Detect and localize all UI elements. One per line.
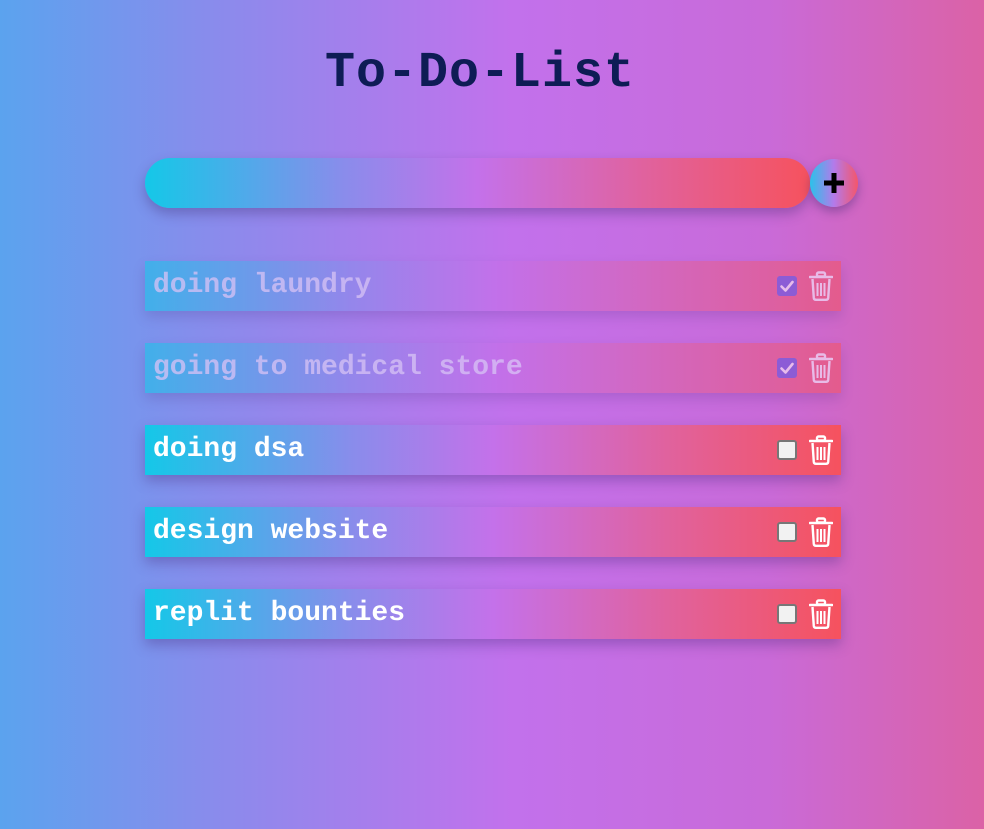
task-text: design website	[153, 516, 389, 547]
task-item: design website	[145, 507, 841, 557]
plus-icon	[824, 173, 844, 193]
task-input[interactable]	[145, 158, 810, 208]
add-task-button[interactable]	[810, 159, 858, 207]
task-list: doing laundry going to medical store doi…	[145, 261, 841, 671]
check-icon	[780, 280, 794, 292]
task-checkbox[interactable]	[777, 440, 797, 460]
trash-icon[interactable]	[809, 435, 833, 465]
task-checkbox[interactable]	[777, 604, 797, 624]
task-item: doing laundry	[145, 261, 841, 311]
task-text: doing dsa	[153, 434, 305, 465]
task-checkbox[interactable]	[777, 276, 797, 296]
page-title: To-Do-List	[324, 45, 636, 102]
check-icon	[780, 362, 794, 374]
trash-icon[interactable]	[809, 599, 833, 629]
task-item: replit bounties	[145, 589, 841, 639]
task-text: replit bounties	[153, 598, 406, 629]
task-text: going to medical store	[153, 352, 523, 383]
trash-icon[interactable]	[809, 353, 833, 383]
add-task-form	[145, 158, 858, 208]
task-checkbox[interactable]	[777, 522, 797, 542]
task-checkbox[interactable]	[777, 358, 797, 378]
task-item: doing dsa	[145, 425, 841, 475]
task-text: doing laundry	[153, 270, 372, 301]
trash-icon[interactable]	[809, 271, 833, 301]
task-item: going to medical store	[145, 343, 841, 393]
trash-icon[interactable]	[809, 517, 833, 547]
